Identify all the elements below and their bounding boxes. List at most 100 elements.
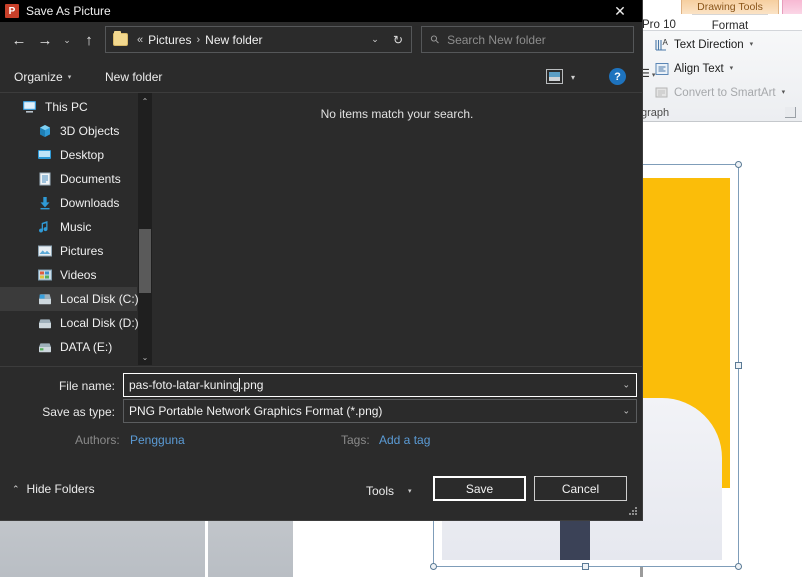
file-name-row: File name: pas-foto-latar-kuning.png ⌄	[0, 373, 642, 399]
desktop-icon	[37, 148, 53, 162]
save-as-type-select[interactable]: PNG Portable Network Graphics Format (*.…	[123, 399, 637, 423]
scrollbar-thumb[interactable]	[139, 229, 151, 293]
computer-icon	[22, 100, 38, 114]
address-bar[interactable]: « Pictures › New folder ⌄ ↻	[105, 26, 412, 53]
sidebar-item-label: Documents	[60, 172, 121, 186]
workspace-panel-mid	[208, 516, 293, 577]
tools-button[interactable]: Tools ▾	[366, 479, 412, 503]
resize-handle-top-right[interactable]	[735, 161, 742, 168]
empty-list-message: No items match your search.	[153, 107, 641, 121]
file-name-value-suffix: .png	[240, 378, 263, 392]
recent-locations-icon[interactable]: ⌄	[58, 27, 76, 53]
new-folder-button[interactable]: New folder	[105, 60, 162, 93]
sidebar-item-documents[interactable]: Documents	[0, 167, 137, 191]
file-list[interactable]: No items match your search.	[153, 93, 641, 365]
breadcrumb-overflow-icon[interactable]: «	[132, 34, 148, 46]
sidebar-item-downloads[interactable]: Downloads	[0, 191, 137, 215]
address-bar-controls: ⌄ ↻	[365, 33, 409, 47]
resize-handle-bottom-center[interactable]	[582, 563, 589, 570]
view-layout-icon[interactable]	[546, 69, 563, 84]
sidebar-item-pictures[interactable]: Pictures	[0, 239, 137, 263]
sidebar-item-label: Music	[60, 220, 91, 234]
contextual-tab-picture-tools[interactable]: Pic	[782, 0, 802, 14]
tools-label: Tools	[366, 484, 394, 498]
videos-icon	[37, 268, 53, 282]
scroll-down-icon[interactable]: ⌄	[138, 349, 152, 365]
resize-grip-icon[interactable]	[629, 507, 638, 516]
breadcrumb-item-pictures[interactable]: Pictures	[148, 33, 191, 47]
organize-button[interactable]: Organize ▾	[14, 60, 71, 93]
scroll-up-icon[interactable]: ⌃	[138, 93, 152, 109]
navigation-pane-scrollbar[interactable]: ⌃ ⌄	[138, 93, 152, 365]
resize-handle-bottom-right[interactable]	[735, 563, 742, 570]
tags-add-link[interactable]: Add a tag	[379, 429, 430, 451]
close-icon[interactable]: ✕	[598, 0, 642, 22]
chevron-down-icon: ▾	[782, 83, 786, 103]
sidebar-item-label: Local Disk (D:)	[60, 316, 139, 330]
new-folder-label: New folder	[105, 70, 162, 84]
drive-icon	[37, 340, 53, 354]
sidebar-item-label: DATA (E:)	[60, 340, 112, 354]
ribbon-group-label-wrap: graph	[640, 104, 802, 122]
back-icon[interactable]: ←	[6, 27, 32, 53]
svg-text:A: A	[663, 38, 669, 47]
chevron-down-icon[interactable]: ▾	[571, 73, 575, 82]
sidebar-item-data-e[interactable]: DATA (E:)	[0, 335, 137, 359]
sidebar-item-label: Videos	[60, 268, 96, 282]
ribbon-group-label: graph	[641, 107, 669, 119]
sidebar-item-this-pc[interactable]: This PC	[0, 95, 137, 119]
file-name-input[interactable]: pas-foto-latar-kuning.png ⌄	[123, 373, 637, 397]
sidebar-item-videos[interactable]: Videos	[0, 263, 137, 287]
ribbon-command-convert-to-smartart: Convert to SmartArt ▾	[654, 83, 785, 103]
authors-value[interactable]: Pengguna	[130, 429, 185, 451]
chevron-down-icon[interactable]: ⌄	[365, 34, 385, 45]
align-text-icon	[654, 61, 670, 77]
navigation-pane: This PC 3D Objects Desktop Documents	[0, 93, 152, 365]
chevron-down-icon: ▾	[68, 73, 72, 81]
contextual-tab-drawing-tools[interactable]: Drawing Tools	[681, 0, 779, 14]
sidebar-item-3d-objects[interactable]: 3D Objects	[0, 119, 137, 143]
sidebar-item-local-disk-d[interactable]: Local Disk (D:)	[0, 311, 137, 335]
up-icon[interactable]: ↑	[76, 27, 102, 53]
dialog-titlebar[interactable]: Save As Picture ✕	[0, 0, 642, 22]
drive-icon	[37, 316, 53, 330]
search-input[interactable]: Search New folder	[447, 33, 546, 47]
chevron-down-icon[interactable]: ⌄	[622, 380, 630, 391]
ribbon-command-label: Convert to SmartArt	[674, 83, 776, 103]
resize-handle-middle-right[interactable]	[735, 362, 742, 369]
smartart-icon	[654, 85, 670, 101]
dialog-footer: ⌃ Hide Folders Tools ▾ Save Cancel	[0, 464, 642, 520]
dialog-title: Save As Picture	[26, 4, 111, 18]
hide-folders-label: Hide Folders	[27, 482, 95, 496]
sidebar-item-label: Downloads	[60, 196, 119, 210]
save-button[interactable]: Save	[433, 476, 526, 501]
chevron-down-icon[interactable]: ⌄	[622, 406, 630, 417]
ribbon-command-text-direction[interactable]: A Text Direction ▾	[654, 35, 753, 55]
ribbon-command-align-text[interactable]: Align Text ▾	[654, 59, 733, 79]
workspace-panel-left	[0, 516, 205, 577]
authors-label: Authors:	[75, 429, 120, 451]
chevron-up-icon: ⌃	[12, 484, 20, 495]
downloads-icon	[37, 196, 53, 210]
cancel-button[interactable]: Cancel	[534, 476, 627, 501]
sidebar-item-label: Pictures	[60, 244, 103, 258]
breadcrumb-item-new-folder[interactable]: New folder	[205, 33, 262, 47]
resize-handle-bottom-left[interactable]	[430, 563, 437, 570]
sidebar-item-label: Desktop	[60, 148, 104, 162]
sidebar-item-desktop[interactable]: Desktop	[0, 143, 137, 167]
search-icon: ⚲	[428, 32, 443, 47]
forward-icon[interactable]: →	[32, 27, 58, 53]
search-box[interactable]: ⚲ Search New folder	[421, 26, 634, 53]
save-as-type-value: PNG Portable Network Graphics Format (*.…	[129, 404, 382, 418]
sidebar-item-music[interactable]: Music	[0, 215, 137, 239]
help-button[interactable]: ?	[609, 68, 626, 85]
sidebar-item-local-disk-c[interactable]: Local Disk (C:)	[0, 287, 137, 311]
folder-icon	[113, 33, 128, 46]
hide-folders-button[interactable]: ⌃ Hide Folders	[12, 482, 95, 496]
screen: Drawing Tools Pic Pro 10 Format ☰▾ A Tex…	[0, 0, 802, 577]
file-name-value-prefix: pas-foto-latar-kuning	[129, 378, 239, 392]
dialog-launcher-icon[interactable]	[785, 107, 796, 118]
refresh-icon[interactable]: ↻	[387, 33, 409, 47]
chevron-down-icon: ▾	[730, 59, 734, 79]
tags-label: Tags:	[341, 429, 370, 451]
